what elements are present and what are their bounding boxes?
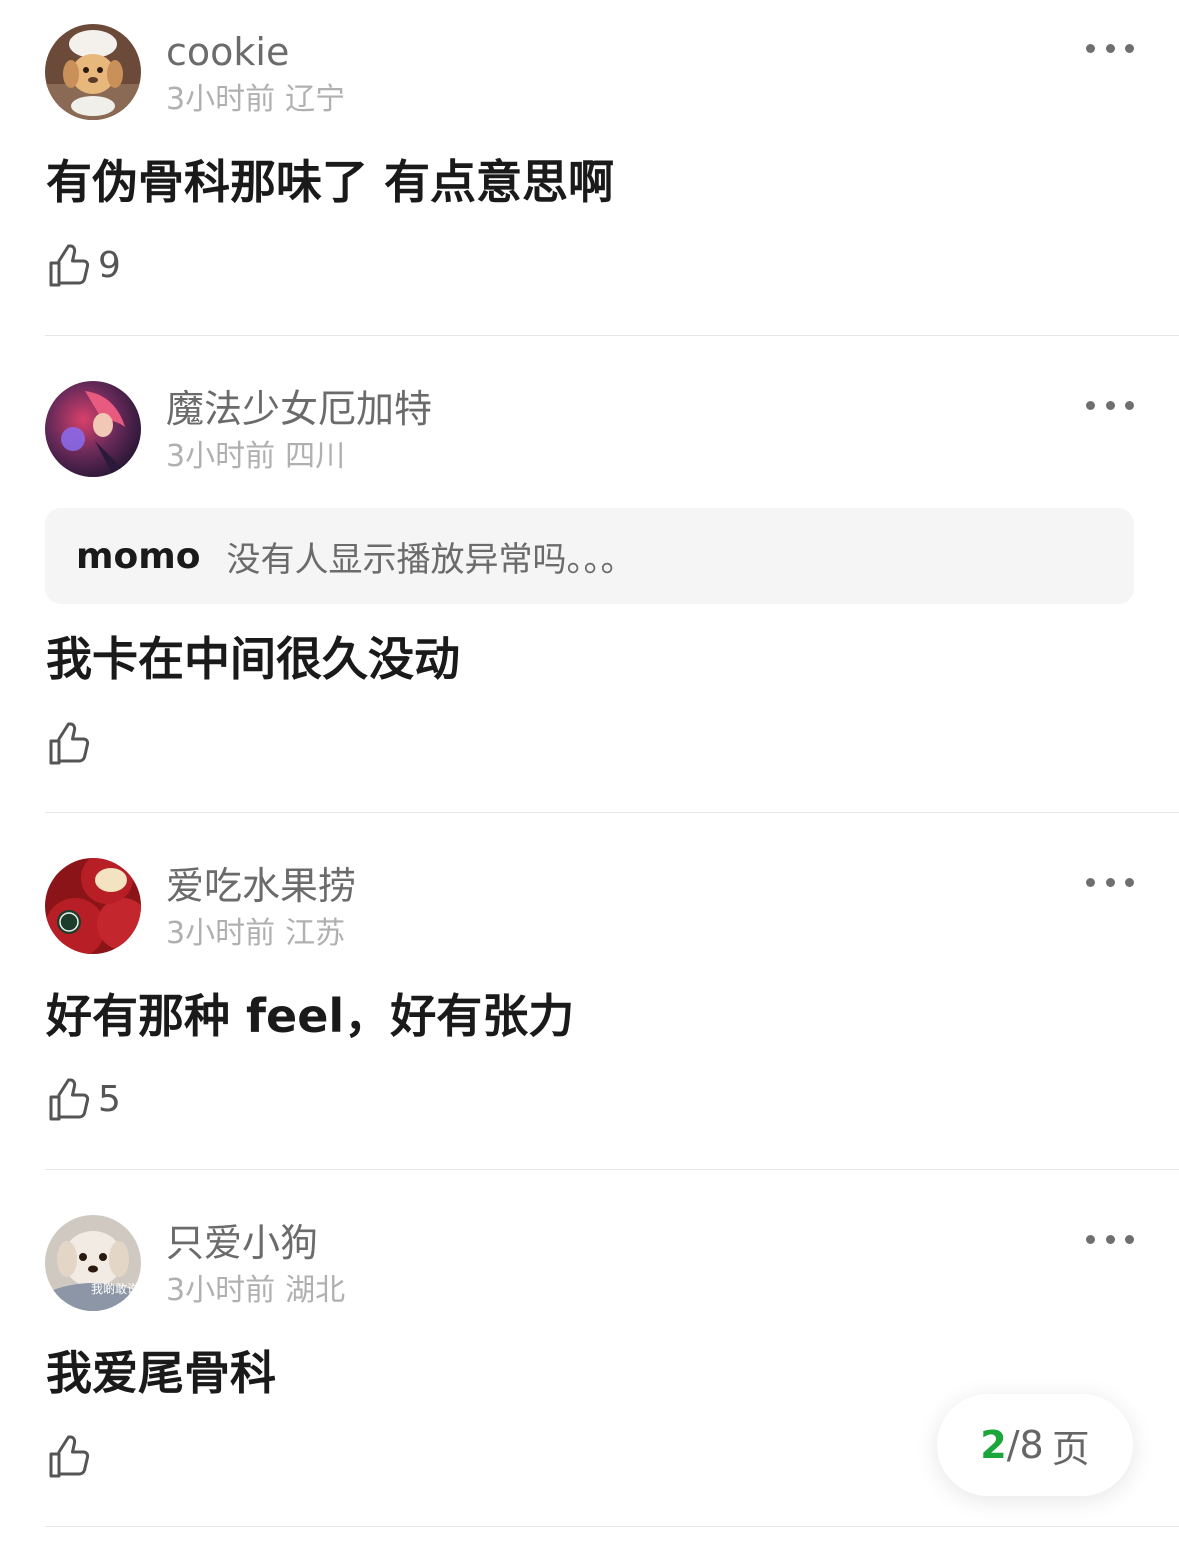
avatar-image <box>45 858 141 954</box>
avatar[interactable] <box>45 381 141 477</box>
quote-text: 没有人显示播放异常吗。。。 <box>226 539 635 580</box>
username[interactable]: 魔法少女厄加特 <box>166 387 432 431</box>
like-count: 9 <box>98 245 121 286</box>
more-dots-icon[interactable] <box>1080 1227 1140 1251</box>
comment-text: 我爱尾骨科 <box>46 1346 276 1400</box>
comment-time: 3小时前 <box>166 439 276 474</box>
divider <box>45 1526 1179 1527</box>
quote-author[interactable]: momo <box>76 536 201 577</box>
username[interactable]: 只爱小狗 <box>166 1221 318 1265</box>
comment-time: 3小时前 <box>166 82 276 117</box>
more-dots-icon[interactable] <box>1080 393 1140 417</box>
divider <box>45 1169 1179 1170</box>
thumbs-up-icon <box>46 1077 92 1123</box>
avatar-image: 我啲敢说 <box>45 1215 141 1311</box>
total-pages: /8 <box>1006 1423 1044 1467</box>
quoted-reply[interactable]: momo 没有人显示播放异常吗。。。 <box>45 508 1134 604</box>
like-button[interactable] <box>46 720 98 768</box>
comment-location: 四川 <box>285 439 346 474</box>
more-dots-icon[interactable] <box>1080 870 1140 894</box>
avatar[interactable] <box>45 24 141 120</box>
thumbs-up-icon <box>46 721 92 767</box>
comment-meta: 3小时前 四川 <box>166 439 345 475</box>
avatar-overlay-text: 我啲敢说 <box>91 1281 139 1296</box>
username[interactable]: 爱吃水果捞 <box>166 864 356 908</box>
divider <box>45 335 1179 336</box>
current-page: 2 <box>980 1423 1007 1467</box>
more-dots-icon[interactable] <box>1080 36 1140 60</box>
avatar-image <box>45 381 141 477</box>
comment-location: 湖北 <box>285 1273 346 1308</box>
comment-meta: 3小时前 湖北 <box>166 1273 345 1309</box>
comment-meta: 3小时前 辽宁 <box>166 82 345 118</box>
avatar[interactable] <box>45 858 141 954</box>
comment-time: 3小时前 <box>166 1273 276 1308</box>
like-button[interactable]: 5 <box>46 1076 121 1124</box>
avatar[interactable]: 我啲敢说 <box>45 1215 141 1311</box>
comment-location: 江苏 <box>285 916 346 951</box>
page-indicator[interactable]: 2/8 页 <box>937 1394 1133 1496</box>
comment-text: 有伪骨科那味了 有点意思啊 <box>46 155 615 209</box>
like-button[interactable]: 9 <box>46 242 121 290</box>
comment-location: 辽宁 <box>285 82 346 117</box>
divider <box>45 812 1179 813</box>
comment-text: 我卡在中间很久没动 <box>46 632 460 686</box>
like-count: 5 <box>98 1079 121 1120</box>
comment-time: 3小时前 <box>166 916 276 951</box>
thumbs-up-icon <box>46 243 92 289</box>
comment-meta: 3小时前 江苏 <box>166 916 345 952</box>
thumbs-up-icon <box>46 1434 92 1480</box>
page-suffix: 页 <box>1051 1426 1090 1471</box>
username[interactable]: cookie <box>166 30 289 74</box>
comment-text: 好有那种 feel，好有张力 <box>46 989 575 1043</box>
avatar-image <box>45 24 141 120</box>
like-button[interactable] <box>46 1433 98 1481</box>
